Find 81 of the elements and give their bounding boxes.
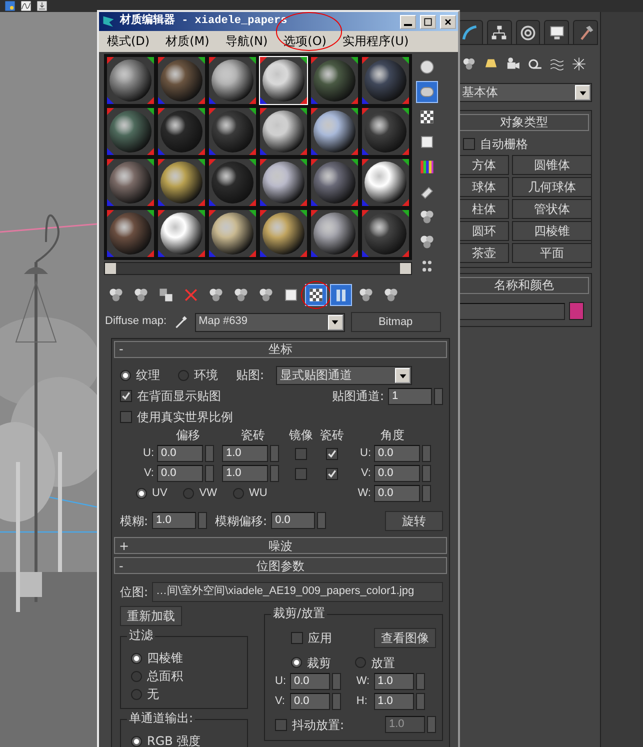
radio-label: 裁剪 xyxy=(307,656,331,670)
number-field[interactable]: 1.0 xyxy=(374,693,414,710)
number-field[interactable]: 1.0 xyxy=(222,465,268,482)
rollout-header[interactable]: - 位图参数 xyxy=(114,557,447,574)
number-field[interactable]: 1.0 xyxy=(374,673,414,690)
menu-item[interactable]: 导航(N) xyxy=(217,34,276,49)
mapping-dropdown[interactable]: 显式贴图通道 xyxy=(276,366,412,385)
radio-label: VW xyxy=(199,487,218,500)
number-field[interactable]: 0.0 xyxy=(290,693,330,710)
number-field[interactable]: 1.0 xyxy=(152,512,196,530)
object-button[interactable]: 管状体 xyxy=(512,199,592,219)
radio-label: 四棱锥 xyxy=(147,651,183,666)
object-button[interactable]: 几何球体 xyxy=(512,177,592,197)
map-label: Diffuse map: xyxy=(105,315,167,329)
object-button[interactable]: 圆锥体 xyxy=(512,155,592,175)
field-label: 位图: xyxy=(120,584,148,600)
number-field[interactable]: 1 xyxy=(388,388,432,405)
radio-label: 环境 xyxy=(194,368,218,383)
menu-item[interactable]: 选项(O) xyxy=(276,34,334,49)
rollout-header[interactable]: + 噪波 xyxy=(114,537,447,554)
group-label: 单通道输出: xyxy=(127,711,196,726)
map-type-button[interactable]: Bitmap xyxy=(350,312,441,332)
number-field[interactable]: 0.0 xyxy=(374,465,420,482)
radio-label: 放置 xyxy=(371,656,395,670)
field-label: 贴图: xyxy=(236,368,264,383)
checkbox-label: 抖动放置: xyxy=(292,718,344,732)
map-dropdown[interactable]: Map #639 xyxy=(194,312,345,332)
field-label: 模糊偏移: xyxy=(215,514,268,528)
menu-item[interactable]: 材质(M) xyxy=(158,34,218,49)
group-label: 裁剪/放置 xyxy=(271,606,328,621)
object-button[interactable]: 平面 xyxy=(512,243,592,263)
column-header: 瓷砖 xyxy=(319,428,345,442)
menu-item[interactable]: 模式(D) xyxy=(99,34,158,49)
field-label: 模糊: xyxy=(120,514,148,528)
radio-label: 纹理 xyxy=(136,368,160,383)
rollout-header[interactable]: 名称和颜色 xyxy=(459,277,589,294)
axis-label: U: xyxy=(275,675,286,688)
column-header: 角度 xyxy=(380,428,406,442)
axis-label: W: xyxy=(356,675,370,688)
column-header: 瓷砖 xyxy=(240,428,266,442)
group-label: 过滤 xyxy=(127,628,155,643)
number-field[interactable]: 0.0 xyxy=(290,673,330,690)
view-image-button[interactable]: 查看图像 xyxy=(374,628,436,648)
object-button[interactable]: 茶壶 xyxy=(459,243,509,263)
rollout-header[interactable]: - 坐标 xyxy=(114,341,447,358)
axis-label: U: xyxy=(142,447,154,460)
rotate-button[interactable]: 旋转 xyxy=(385,510,443,531)
checkbox-label: 应用 xyxy=(308,630,332,646)
number-field[interactable]: 1.0 xyxy=(222,445,268,462)
menu-item[interactable]: 实用程序(U) xyxy=(334,34,417,49)
column-header: 偏移 xyxy=(175,428,201,442)
reload-button[interactable]: 重新加载 xyxy=(120,606,182,626)
object-button[interactable]: 圆环 xyxy=(459,221,509,241)
radio-label: 总面积 xyxy=(147,669,183,684)
bitmap-path-button[interactable]: …间\室外空间\xiadele_AE19_009_papers_color1.jpg xyxy=(152,582,443,602)
checkbox-label: 在背面显示贴图 xyxy=(137,389,221,404)
axis-label: V: xyxy=(143,467,154,480)
axis-label: H: xyxy=(356,695,368,708)
column-header: 镜像 xyxy=(288,428,314,442)
axis-label: U: xyxy=(359,447,371,460)
axis-label: W: xyxy=(356,487,371,500)
object-button[interactable]: 四棱锥 xyxy=(512,221,592,241)
number-field[interactable]: 0.0 xyxy=(157,445,203,462)
radio-label: RGB 强度 xyxy=(147,734,201,747)
axis-label: V: xyxy=(275,695,286,708)
number-field[interactable]: 0.0 xyxy=(374,485,420,502)
radio-label: UV xyxy=(152,487,168,500)
object-button[interactable]: 球体 xyxy=(459,177,509,197)
checkbox-label: 自动栅格 xyxy=(480,137,528,152)
field-label: 贴图通道: xyxy=(332,389,384,404)
object-button[interactable]: 柱体 xyxy=(459,199,509,219)
number-field[interactable]: 0.0 xyxy=(157,465,203,482)
rollout-header[interactable]: 对象类型 xyxy=(459,114,589,131)
checkbox-label: 使用真实世界比例 xyxy=(137,410,233,425)
number-field[interactable]: 0.0 xyxy=(271,512,316,530)
object-button[interactable]: 方体 xyxy=(459,155,509,175)
radio-label: WU xyxy=(249,487,268,500)
axis-label: V: xyxy=(360,467,371,480)
number-field[interactable]: 0.0 xyxy=(374,445,420,462)
category-dropdown[interactable]: 基本体 xyxy=(458,83,592,102)
radio-label: 无 xyxy=(147,687,159,702)
